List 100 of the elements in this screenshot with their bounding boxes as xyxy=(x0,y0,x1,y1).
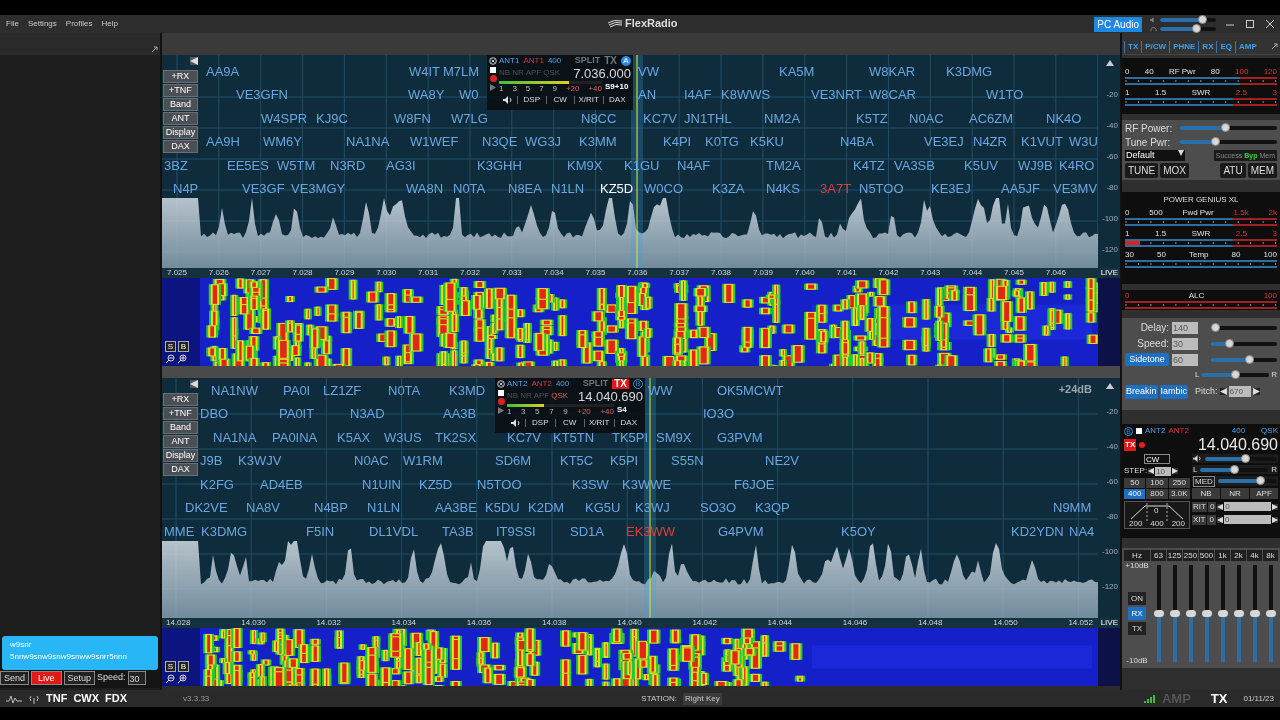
record-icon[interactable] xyxy=(489,75,497,82)
spot-label[interactable]: AA3B xyxy=(442,407,478,420)
spot-label[interactable]: MME xyxy=(163,525,196,538)
tx-button[interactable]: TUNE xyxy=(1125,163,1159,178)
eq-slider-track[interactable] xyxy=(1204,565,1209,662)
value-field[interactable]: 140 xyxy=(1172,321,1198,334)
spot-label[interactable]: W0CO xyxy=(643,182,684,195)
spot-label[interactable]: NA1NA xyxy=(345,135,391,148)
pc-audio-button[interactable]: PC Audio xyxy=(1094,16,1142,32)
value-field[interactable]: 30 xyxy=(1172,337,1198,350)
spot-label[interactable]: N4KS xyxy=(765,182,801,195)
eq-slider-thumb[interactable] xyxy=(1265,609,1276,617)
eq-slider-track[interactable] xyxy=(1156,565,1161,662)
spot-label[interactable]: N1LN xyxy=(550,182,586,195)
close-icon[interactable] xyxy=(497,380,505,388)
slice-letter[interactable]: A xyxy=(621,55,631,66)
spot-label[interactable]: EE5ES xyxy=(226,159,270,172)
spot-label[interactable]: N0TA xyxy=(452,182,487,195)
zoom-out-icon[interactable] xyxy=(165,674,175,684)
spot-label[interactable]: N8EA xyxy=(507,182,543,195)
spot-label[interactable]: W8CAR xyxy=(868,88,917,101)
slider-track[interactable] xyxy=(1179,126,1277,130)
spot-label[interactable]: N1UIN xyxy=(361,478,402,491)
spot-label[interactable]: VE3EJ xyxy=(923,135,965,148)
slider-thumb[interactable] xyxy=(1256,476,1266,485)
mode-dropdown[interactable]: CW xyxy=(1144,454,1170,464)
agc-dropdown[interactable]: MED xyxy=(1193,475,1215,487)
offset-button[interactable]: XIT xyxy=(1192,514,1207,525)
panadapter-button[interactable]: Display xyxy=(163,449,198,462)
spot-label[interactable]: K3GHH xyxy=(476,159,523,172)
cwx-button[interactable]: Live xyxy=(31,671,62,685)
slice-tab[interactable]: DSP xyxy=(517,96,546,104)
spot-label[interactable]: K5DU xyxy=(484,501,521,514)
spot-label[interactable]: IT9SSI xyxy=(495,525,537,538)
spot-label[interactable]: KZ5D xyxy=(599,182,635,195)
tx-antenna-label[interactable]: ANT2 xyxy=(1168,427,1189,435)
spot-label[interactable]: VE3MV xyxy=(1052,182,1099,195)
spot-label[interactable]: VE3MGY xyxy=(290,182,347,195)
decrement-icon[interactable] xyxy=(1217,503,1224,510)
slider-track[interactable] xyxy=(1160,17,1216,22)
waterfall-button[interactable]: B xyxy=(178,341,189,352)
eq-slider-thumb[interactable] xyxy=(1217,609,1228,617)
slice-tab[interactable]: X/RIT xyxy=(584,419,614,427)
spot-label[interactable]: K3DMG xyxy=(945,65,994,78)
spot-label[interactable]: N5TOO xyxy=(858,182,905,195)
spot-label[interactable]: N0AC xyxy=(353,454,390,467)
spot-label[interactable]: AG3I xyxy=(385,159,417,172)
rx-antenna-label[interactable]: ANT2 xyxy=(1145,427,1166,435)
spot-label[interactable]: F6JOE xyxy=(733,478,776,491)
menu-item[interactable]: Settings xyxy=(27,18,57,30)
panadapter-button[interactable]: +RX xyxy=(163,70,198,83)
speaker-icon[interactable] xyxy=(503,96,513,104)
increment-icon[interactable] xyxy=(1252,388,1260,395)
headphones-icon[interactable] xyxy=(1150,25,1157,32)
filter-button[interactable]: 800 xyxy=(1146,489,1168,499)
spot-label[interactable]: KT5C xyxy=(559,454,595,467)
offset-field[interactable]: 0 xyxy=(1224,502,1271,511)
spot-label[interactable]: KC7V xyxy=(506,431,542,444)
spot-label[interactable]: W3US xyxy=(383,431,423,444)
dsp-button[interactable]: NB xyxy=(1192,488,1220,499)
spot-label[interactable]: DK2VE xyxy=(184,501,229,514)
spot-label[interactable]: N0TA xyxy=(387,384,422,397)
spot-label[interactable]: WA8N xyxy=(405,182,445,195)
eq-slider-track[interactable] xyxy=(1220,565,1225,662)
menu-item[interactable]: File xyxy=(6,18,19,30)
tx-label[interactable]: TX xyxy=(1124,439,1137,451)
spot-label[interactable]: KJ9C xyxy=(315,112,349,125)
split-label[interactable]: SPLIT xyxy=(574,56,601,65)
profile-dropdown[interactable]: Default xyxy=(1125,150,1185,161)
spot-label[interactable]: OK5MCWT xyxy=(716,384,785,397)
slice-tab[interactable]: DAX xyxy=(602,96,631,104)
sidetone-button[interactable]: Sidetone xyxy=(1125,353,1169,366)
spot-label[interactable]: NE2V xyxy=(764,454,800,467)
panadapter-button[interactable]: +RX xyxy=(163,393,198,406)
slice-tab[interactable]: CW xyxy=(545,96,574,104)
spot-label[interactable]: I4AF xyxy=(683,88,713,101)
spot-label[interactable]: KA5M xyxy=(778,65,816,78)
spot-label[interactable]: 3A7T xyxy=(819,182,853,195)
spot-label[interactable]: N3RD xyxy=(329,159,367,172)
spot-label[interactable]: DBO xyxy=(199,407,230,420)
spot-label[interactable]: WG3J xyxy=(524,135,563,148)
eq-button[interactable]: ON xyxy=(1128,592,1146,605)
spot-label[interactable]: W1RM xyxy=(402,454,444,467)
spot-label[interactable]: TA3B xyxy=(441,525,475,538)
spot-label[interactable]: TK5PI xyxy=(611,431,650,444)
spot-label[interactable]: KZ5D xyxy=(418,478,454,491)
spot-label[interactable]: N0AC xyxy=(908,112,945,125)
spot-label[interactable]: K5OY xyxy=(840,525,877,538)
tx-antenna-label[interactable]: ANT1 xyxy=(523,56,544,65)
panadapter-button[interactable]: DAX xyxy=(163,463,198,476)
spot-label[interactable]: NM2A xyxy=(763,112,802,125)
filter-button[interactable]: 400 xyxy=(1124,489,1146,499)
spot-label[interactable]: IO3O xyxy=(702,407,736,420)
record-icon[interactable] xyxy=(497,398,505,405)
eq-slider-thumb[interactable] xyxy=(1169,609,1180,617)
panel-tab[interactable]: TX xyxy=(1124,41,1142,53)
eq-button[interactable]: TX xyxy=(1128,622,1146,635)
spot-label[interactable]: W3U xyxy=(1068,135,1099,148)
spot-label[interactable]: SD1A xyxy=(569,525,605,538)
waterfall-button[interactable]: S xyxy=(165,661,176,672)
